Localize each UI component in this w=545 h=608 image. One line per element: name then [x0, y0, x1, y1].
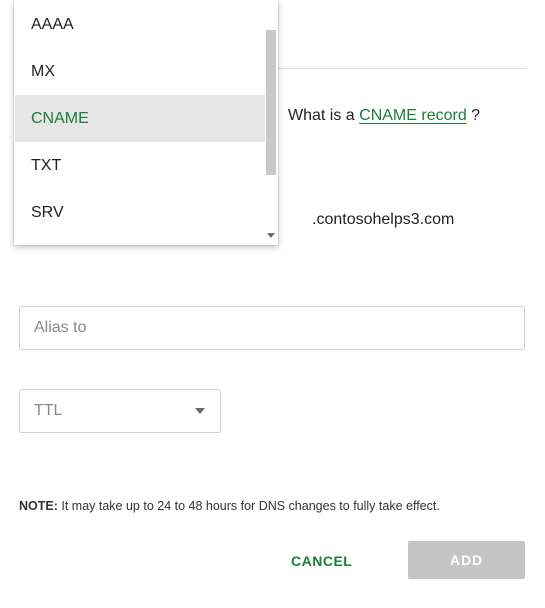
record-type-option-label: AAAA: [31, 16, 74, 34]
cname-record-help-link[interactable]: CNAME record: [359, 107, 467, 124]
ttl-placeholder: TTL: [34, 402, 62, 420]
help-prefix: What is a: [288, 107, 359, 124]
note-label: NOTE:: [19, 499, 58, 513]
record-type-option-label: CNAME: [31, 110, 89, 128]
dropdown-scrollbar[interactable]: [265, 1, 276, 244]
record-type-option-label: SRV: [31, 204, 64, 222]
record-type-option-cname[interactable]: CNAME: [15, 95, 265, 142]
add-button[interactable]: ADD: [408, 541, 525, 579]
record-type-option-label: MX: [31, 63, 55, 81]
record-type-list: AAAA MX CNAME TXT SRV: [15, 1, 265, 244]
ttl-select[interactable]: TTL: [19, 389, 221, 433]
domain-suffix: .contosohelps3.com: [312, 211, 454, 229]
note-text: NOTE: It may take up to 24 to 48 hours f…: [19, 499, 440, 513]
alias-to-input[interactable]: [19, 306, 525, 350]
chevron-down-icon: [195, 408, 205, 414]
scrollbar-down-arrow-icon[interactable]: [265, 230, 276, 241]
record-type-option-srv[interactable]: SRV: [15, 189, 265, 236]
help-text: What is a CNAME record ?: [288, 107, 480, 125]
help-suffix: ?: [467, 107, 480, 124]
record-type-option-label: TXT: [31, 157, 61, 175]
cancel-button[interactable]: CANCEL: [291, 553, 352, 569]
scrollbar-thumb[interactable]: [266, 30, 276, 175]
record-type-option-txt[interactable]: TXT: [15, 142, 265, 189]
note-body: It may take up to 24 to 48 hours for DNS…: [58, 499, 440, 513]
record-type-dropdown[interactable]: AAAA MX CNAME TXT SRV: [14, 0, 278, 245]
record-type-option-mx[interactable]: MX: [15, 48, 265, 95]
record-type-option-aaaa[interactable]: AAAA: [15, 1, 265, 48]
